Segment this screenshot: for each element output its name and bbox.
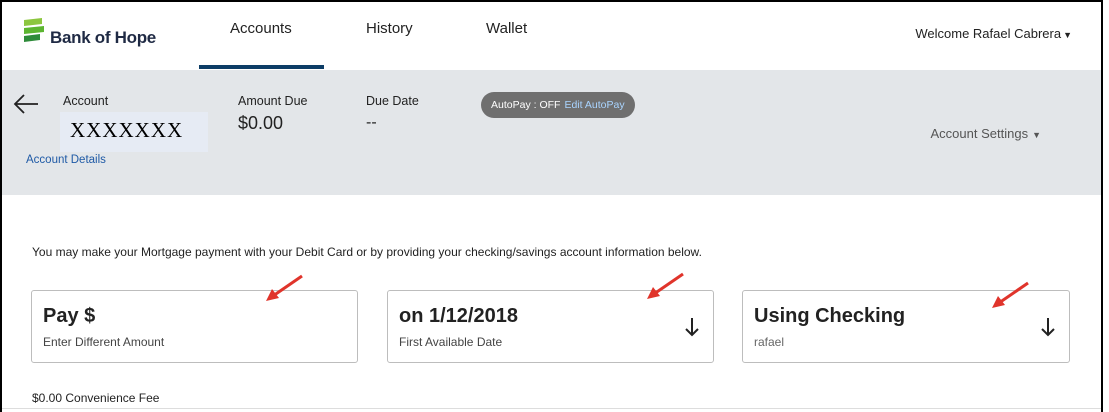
bank-logo-icon: [24, 18, 44, 42]
brand-name: Bank of Hope: [50, 28, 156, 47]
pay-date-subtitle: First Available Date: [399, 335, 503, 349]
annotation-arrow-icon: [992, 281, 1029, 308]
arrow-down-icon: [685, 318, 699, 337]
arrow-down-icon: [1041, 318, 1055, 337]
top-nav: Bank of Hope Accounts History Wallet Wel…: [2, 2, 1101, 70]
edit-autopay-link[interactable]: Edit AutoPay: [564, 99, 624, 111]
pay-amount-subtitle: Enter Different Amount: [43, 335, 165, 349]
caret-down-icon: ▼: [1063, 30, 1072, 40]
due-date-value: --: [366, 114, 377, 131]
account-label: Account: [63, 94, 109, 108]
bank-logo[interactable]: Bank of Hope: [22, 6, 156, 56]
pay-method-subtitle: rafael: [754, 335, 785, 349]
account-number: XXXXXXX: [70, 118, 184, 142]
user-menu[interactable]: Welcome Rafael Cabrera ▼: [915, 26, 1072, 41]
tab-history[interactable]: History: [366, 20, 413, 37]
amount-due-value: $0.00: [238, 113, 284, 133]
amount-due-label: Amount Due: [238, 94, 308, 108]
account-settings-menu[interactable]: Account Settings ▼: [931, 126, 1041, 141]
pay-amount-title: Pay $: [43, 305, 96, 327]
convenience-fee: $0.00 Convenience Fee: [32, 391, 160, 405]
annotation-arrow-icon: [647, 272, 684, 299]
pay-amount-card[interactable]: Pay $ Enter Different Amount: [31, 290, 358, 363]
divider: [2, 408, 1101, 409]
tab-wallet[interactable]: Wallet: [486, 20, 527, 37]
tab-accounts[interactable]: Accounts: [230, 20, 292, 37]
payment-info-text: You may make your Mortgage payment with …: [32, 245, 702, 259]
pay-date-title: on 1/12/2018: [399, 305, 518, 327]
account-summary-band: Account XXXXXXX Amount Due $0.00 Due Dat…: [2, 70, 1101, 195]
autopay-status: AutoPay : OFF: [491, 99, 561, 111]
autopay-badge: AutoPay : OFF Edit AutoPay: [481, 92, 635, 118]
account-settings-label: Account Settings: [930, 126, 1029, 141]
welcome-text: Welcome Rafael Cabrera: [915, 26, 1062, 41]
annotation-arrow-icon: [266, 274, 303, 301]
active-tab-indicator: [199, 65, 324, 69]
caret-down-icon: ▼: [1032, 130, 1041, 140]
pay-method-title: Using Checking: [754, 305, 906, 327]
due-date-label: Due Date: [366, 94, 419, 108]
account-details-link[interactable]: Account Details: [26, 154, 106, 166]
back-arrow-icon[interactable]: [12, 92, 40, 116]
